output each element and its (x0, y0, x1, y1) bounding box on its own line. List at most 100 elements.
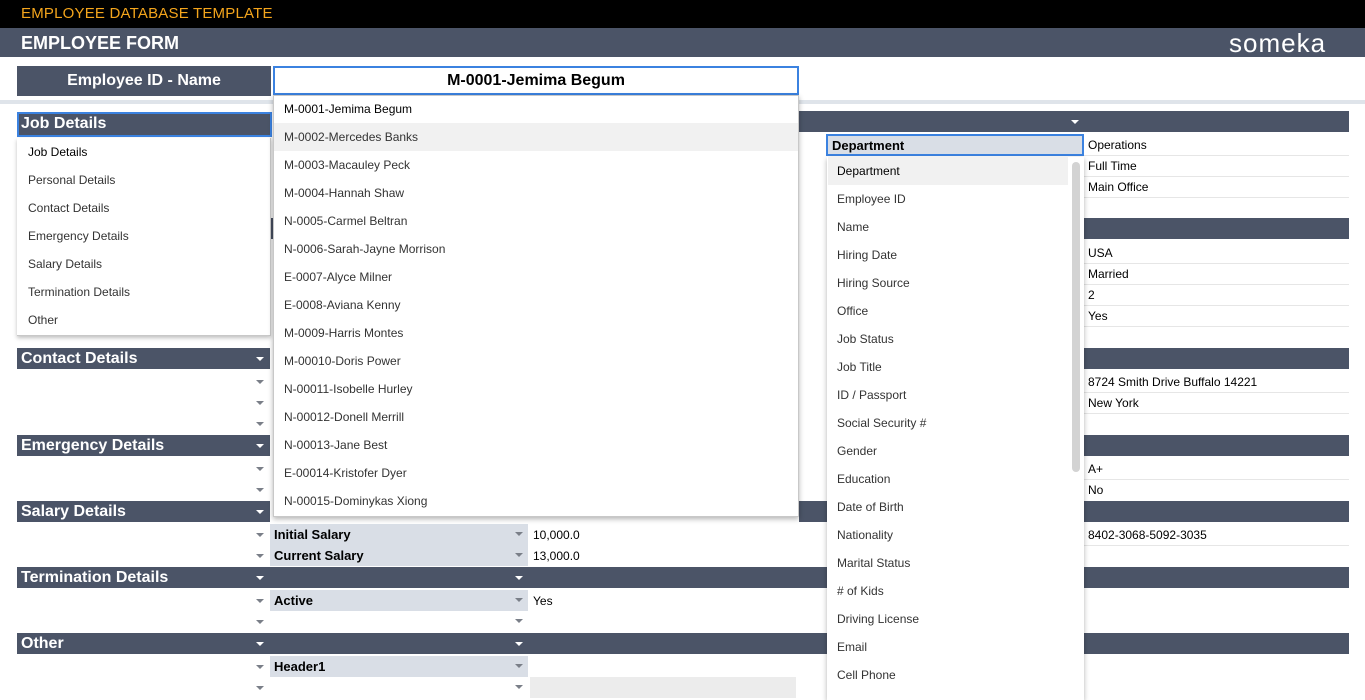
field-option[interactable]: Hiring Source (837, 269, 910, 297)
emergency-chevron-down-icon[interactable] (256, 444, 264, 448)
contact-value-1[interactable]: 8724 Smith Drive Buffalo 14221 (1088, 375, 1257, 389)
other-field-chevron-down-icon[interactable] (515, 642, 523, 646)
other-row-chevron-down-icon[interactable] (515, 685, 523, 689)
field-option[interactable]: Education (837, 465, 890, 493)
field-option[interactable]: Nationality (837, 521, 893, 549)
row-chevron-down-icon[interactable] (256, 401, 264, 405)
field-option[interactable]: Driving License (837, 605, 919, 633)
dropdown-scrollbar[interactable] (1072, 162, 1080, 472)
section-option[interactable]: Job Details (28, 138, 87, 166)
termination-row-chevron-down-icon[interactable] (515, 619, 523, 623)
employee-option[interactable]: M-0004-Hannah Shaw (284, 179, 404, 207)
termination-field-chevron-down-icon[interactable] (515, 576, 523, 580)
employee-option[interactable]: N-00012-Donell Merrill (284, 403, 404, 431)
employee-option[interactable]: M-0001-Jemima Begum (284, 95, 412, 123)
row-chevron-down-icon[interactable] (256, 422, 264, 426)
personal-value-4[interactable]: Yes (1088, 309, 1108, 323)
contact-details-title: Contact Details (21, 350, 138, 367)
row-chevron-down-icon[interactable] (256, 665, 264, 669)
other-bar[interactable] (17, 633, 827, 654)
contact-value-2[interactable]: New York (1088, 396, 1139, 410)
active-label: Active (270, 590, 528, 611)
emergency-value-1[interactable]: A+ (1088, 462, 1103, 476)
row-chevron-down-icon[interactable] (256, 686, 264, 690)
employee-option[interactable]: E-0008-Aviana Kenny (284, 291, 401, 319)
field-option[interactable]: Cell Phone (837, 661, 896, 689)
personal-value-1[interactable]: USA (1088, 246, 1113, 260)
termination-bar-right (1084, 567, 1349, 588)
employee-option[interactable]: E-0007-Alyce Milner (284, 263, 392, 291)
active-value[interactable]: Yes (533, 594, 553, 608)
current-salary-label: Current Salary (270, 545, 528, 566)
field-option[interactable]: Gender (837, 437, 877, 465)
job-value-1[interactable]: Operations (1088, 138, 1147, 152)
termination-chevron-down-icon[interactable] (256, 576, 264, 580)
row-chevron-down-icon[interactable] (256, 380, 264, 384)
row-chevron-down-icon[interactable] (256, 488, 264, 492)
other-bar-right (1084, 633, 1349, 654)
emergency-value-2[interactable]: No (1088, 483, 1103, 497)
termination-details-title: Termination Details (21, 569, 169, 586)
personal-value-3[interactable]: 2 (1088, 288, 1095, 302)
field-option[interactable]: Department (837, 157, 900, 185)
field-option[interactable]: Job Status (837, 325, 894, 353)
field-option[interactable]: Job Title (837, 353, 882, 381)
row-chevron-down-icon[interactable] (256, 533, 264, 537)
employee-option[interactable]: N-00011-Isobelle Hurley (284, 375, 413, 403)
employee-option[interactable]: N-0006-Sarah-Jayne Morrison (284, 235, 445, 263)
field-option[interactable]: Hiring Date (837, 241, 897, 269)
salary-value-1[interactable]: 8402-3068-5092-3035 (1088, 528, 1207, 542)
field-option[interactable]: Name (837, 213, 869, 241)
section-option[interactable]: Personal Details (28, 166, 115, 194)
active-chevron-down-icon[interactable] (515, 598, 523, 602)
template-title: EMPLOYEE DATABASE TEMPLATE (21, 5, 273, 22)
initial-salary-value[interactable]: 10,000.0 (533, 528, 580, 542)
section-option[interactable]: Emergency Details (28, 222, 129, 250)
other-chevron-down-icon[interactable] (256, 642, 264, 646)
header1-chevron-down-icon[interactable] (515, 664, 523, 668)
employee-option[interactable]: M-0003-Macauley Peck (284, 151, 410, 179)
field-option[interactable]: Email (837, 633, 867, 661)
employee-option[interactable]: N-0005-Carmel Beltran (284, 207, 407, 235)
employee-option[interactable]: N-00013-Jane Best (284, 431, 387, 459)
section-option[interactable]: Termination Details (28, 278, 130, 306)
field-option[interactable]: # of Kids (837, 577, 884, 605)
field-option[interactable]: Marital Status (837, 549, 910, 577)
employee-option[interactable]: M-0009-Harris Montes (284, 319, 403, 347)
contact-chevron-down-icon[interactable] (256, 357, 264, 361)
section-option[interactable]: Salary Details (28, 250, 102, 278)
section-option[interactable]: Other (28, 306, 58, 334)
field-option[interactable]: Employee ID (837, 185, 906, 213)
row-divider (1084, 263, 1349, 264)
row-chevron-down-icon[interactable] (256, 599, 264, 603)
row-divider (1084, 155, 1349, 156)
emergency-bar-right (1084, 435, 1349, 456)
employee-option[interactable]: M-00010-Doris Power (284, 347, 401, 375)
employee-option[interactable]: N-00015-Dominykas Xiong (284, 487, 427, 515)
current-salary-chevron-down-icon[interactable] (515, 553, 523, 557)
initial-salary-text: Initial Salary (274, 527, 351, 542)
row-divider (1084, 413, 1349, 414)
job-value-3[interactable]: Main Office (1088, 180, 1148, 194)
field-option[interactable]: Office (837, 297, 868, 325)
row-chevron-down-icon[interactable] (256, 467, 264, 471)
field-option[interactable]: Date of Birth (837, 493, 904, 521)
job-value-2[interactable]: Full Time (1088, 159, 1137, 173)
field-select[interactable]: Department (826, 134, 1084, 156)
employee-option[interactable]: E-00014-Kristofer Dyer (284, 459, 407, 487)
current-salary-value[interactable]: 13,000.0 (533, 549, 580, 563)
initial-salary-chevron-down-icon[interactable] (515, 532, 523, 536)
row-chevron-down-icon[interactable] (256, 620, 264, 624)
blank-cell[interactable] (530, 677, 796, 698)
employee-id-select[interactable]: M-0001-Jemima Begum (273, 66, 799, 95)
section-option[interactable]: Contact Details (28, 194, 109, 222)
salary-bar-right (1084, 501, 1349, 522)
job-bar-chevron-down-icon[interactable] (1071, 120, 1079, 124)
active-text: Active (274, 593, 314, 608)
employee-option[interactable]: M-0002-Mercedes Banks (284, 123, 418, 151)
field-option[interactable]: Social Security # (837, 409, 926, 437)
personal-value-2[interactable]: Married (1088, 267, 1129, 281)
salary-chevron-down-icon[interactable] (256, 510, 264, 514)
row-chevron-down-icon[interactable] (256, 554, 264, 558)
field-option[interactable]: ID / Passport (837, 381, 906, 409)
